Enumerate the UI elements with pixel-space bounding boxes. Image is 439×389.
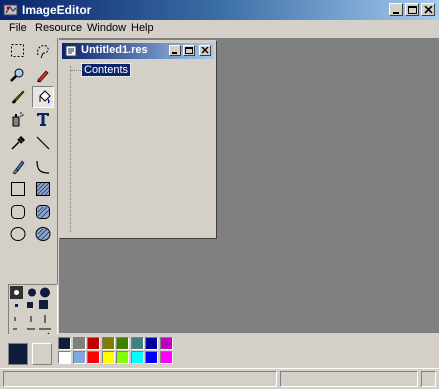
palette-swatch[interactable] xyxy=(72,337,86,350)
palette-swatch[interactable] xyxy=(87,337,100,350)
menu-help[interactable]: Help xyxy=(131,22,154,34)
magnifier-icon xyxy=(10,68,24,82)
filled-rectangle-icon xyxy=(36,182,50,196)
palette-swatch[interactable] xyxy=(116,351,129,364)
palette-swatch[interactable] xyxy=(58,337,71,350)
minimize-icon xyxy=(172,52,177,54)
child-window-title: Untitled1.res xyxy=(81,44,148,56)
close-icon xyxy=(424,6,433,14)
menu-resource[interactable]: Resource xyxy=(35,22,82,34)
palette-swatch[interactable] xyxy=(145,337,158,350)
resource-file-icon xyxy=(65,44,79,61)
child-minimize-button[interactable] xyxy=(169,45,181,56)
current-colors xyxy=(6,339,54,365)
menu-bar: File Resource Window Help xyxy=(0,20,439,38)
palette-swatch[interactable] xyxy=(130,337,144,350)
tree-item-contents[interactable]: Contents xyxy=(80,63,132,77)
status-bar xyxy=(0,368,439,389)
palette-swatch[interactable] xyxy=(58,351,71,364)
status-pane-grip xyxy=(421,371,436,387)
rounded-rectangle-icon xyxy=(11,205,25,219)
palette-swatch[interactable] xyxy=(116,337,129,350)
child-close-button[interactable] xyxy=(199,45,211,56)
fill-bucket-icon xyxy=(39,90,51,104)
child-maximize-button[interactable] xyxy=(183,45,195,56)
tree-connector xyxy=(71,70,81,71)
palette-swatch[interactable] xyxy=(159,337,173,350)
menu-window[interactable]: Window xyxy=(87,22,126,34)
maximize-icon xyxy=(185,47,193,54)
resource-child-window[interactable]: Untitled1.res Contents xyxy=(59,40,217,239)
minimize-icon xyxy=(393,12,399,14)
ellipse-icon xyxy=(10,227,26,241)
window-title: ImageEditor xyxy=(22,3,92,17)
rounded-rectangle-tool[interactable] xyxy=(7,201,29,223)
filled-rounded-rectangle-icon xyxy=(36,205,50,219)
brush-icon xyxy=(12,90,25,104)
close-icon xyxy=(201,47,209,54)
spray-can-icon xyxy=(12,112,24,127)
status-pane-main xyxy=(3,371,277,387)
title-bar[interactable]: ImageEditor xyxy=(0,0,439,20)
rectangle-tool[interactable] xyxy=(7,178,29,200)
background-color-swatch[interactable] xyxy=(32,343,52,365)
palette-swatch[interactable] xyxy=(145,351,158,364)
airbrush-tool[interactable] xyxy=(7,108,29,130)
brush-tool[interactable] xyxy=(7,86,29,108)
filled-ellipse-tool[interactable] xyxy=(32,223,54,245)
status-pane-info xyxy=(280,371,418,387)
lasso-icon xyxy=(37,45,49,59)
minimize-button[interactable] xyxy=(389,3,403,16)
eraser-icon xyxy=(12,160,25,175)
filled-rectangle-tool[interactable] xyxy=(32,178,54,200)
mdi-workspace[interactable]: Untitled1.res Contents xyxy=(59,38,439,333)
zoom-tool[interactable] xyxy=(7,64,29,86)
curve-tool[interactable] xyxy=(32,156,54,178)
child-title-bar[interactable]: Untitled1.res xyxy=(62,43,214,59)
palette-swatch[interactable] xyxy=(159,351,173,364)
palette-swatch[interactable] xyxy=(72,351,86,364)
image-editor-app: ImageEditor File Resource Window Help Un… xyxy=(0,0,439,389)
close-button[interactable] xyxy=(421,3,435,16)
rectangle-icon xyxy=(11,182,25,196)
fill-tool[interactable] xyxy=(32,86,54,108)
ellipse-tool[interactable] xyxy=(7,223,29,245)
eyedropper-icon xyxy=(11,135,26,150)
line-tool[interactable] xyxy=(32,132,54,154)
eyedropper-tool[interactable] xyxy=(7,132,29,154)
filled-rounded-rectangle-tool[interactable] xyxy=(32,201,54,223)
curve-icon xyxy=(36,160,50,174)
filled-ellipse-icon xyxy=(35,227,51,241)
toolbox xyxy=(2,38,58,366)
text-tool[interactable] xyxy=(32,108,54,130)
menu-file[interactable]: File xyxy=(9,22,27,34)
palette-swatch[interactable] xyxy=(87,351,100,364)
tree-connector xyxy=(70,66,71,232)
pencil-icon xyxy=(37,70,49,83)
line-icon xyxy=(36,136,50,150)
text-t-icon xyxy=(37,113,49,126)
pencil-tool[interactable] xyxy=(32,64,54,86)
eraser-tool[interactable] xyxy=(7,156,29,178)
foreground-color-swatch[interactable] xyxy=(8,343,28,365)
color-palette xyxy=(0,334,439,368)
maximize-icon xyxy=(408,6,417,14)
rectangle-select-tool[interactable] xyxy=(7,40,29,62)
freeform-select-tool[interactable] xyxy=(32,40,54,62)
palette-swatch[interactable] xyxy=(101,351,115,364)
image-editor-icon xyxy=(3,2,19,18)
resource-tree[interactable]: Contents xyxy=(64,62,212,234)
maximize-button[interactable] xyxy=(405,3,419,16)
palette-swatch[interactable] xyxy=(101,337,115,350)
palette-swatch[interactable] xyxy=(130,351,144,364)
dashed-rectangle-icon xyxy=(11,44,24,57)
